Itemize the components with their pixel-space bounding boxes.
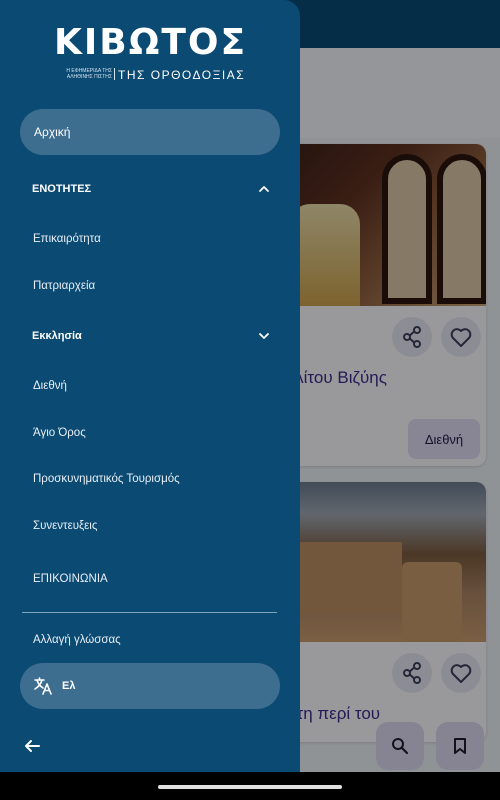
chevron-up-icon — [256, 181, 272, 197]
nav-item-proskynimatikos-tourismos[interactable]: Προσκυνηματικός Τουρισμός — [33, 473, 180, 485]
nav-item-synenteykseis[interactable]: Συνεντευξεις — [33, 520, 97, 532]
back-button[interactable] — [22, 736, 42, 756]
logo-tagline: Η ΕΦΗΜΕΡΙΔΑ ΤΗΣ ΑΛΗΘΙΝΗΣ ΠΙΣΤΗΣ — [66, 68, 112, 80]
section-label: ΕΝΟΤΗΤΕΣ — [32, 183, 92, 195]
language-value: Ελ — [62, 680, 76, 692]
arrow-back-icon — [25, 740, 40, 752]
nav-item-diethni[interactable]: Διεθνή — [33, 380, 67, 392]
nav-item-epikairotita[interactable]: Επικαιρότητα — [33, 233, 101, 245]
logo-subtitle: ΤΗΣ ΟΡΘΟΔΟΞΙΑΣ — [118, 68, 246, 82]
chevron-down-icon — [256, 328, 272, 344]
nav-item-home[interactable]: Αρχική — [20, 109, 280, 155]
section-enotites-header[interactable]: ΕΝΟΤΗΤΕΣ — [32, 177, 272, 201]
menu-divider — [22, 612, 277, 613]
logo-title: ΚΙΒΩΤΟΣ — [54, 22, 248, 63]
nav-item-home-label: Αρχική — [34, 125, 71, 139]
change-language-label: Αλλαγή γλώσσας — [33, 634, 121, 646]
section-label: Εκκλησία — [32, 330, 82, 342]
gesture-handle[interactable] — [158, 785, 342, 789]
nav-item-agio-oros[interactable]: Άγιο Όρος — [33, 427, 86, 439]
app-logo: ΚΙΒΩΤΟΣ Η ΕΦΗΜΕΡΙΔΑ ΤΗΣ ΑΛΗΘΙΝΗΣ ΠΙΣΤΗΣ … — [52, 22, 252, 84]
nav-item-contact[interactable]: ΕΠΙΚΟΙΝΩΝΙΑ — [33, 573, 108, 585]
section-ekklisia-header[interactable]: Εκκλησία — [32, 324, 272, 348]
nav-item-patriarcheia[interactable]: Πατριαρχεία — [33, 280, 95, 292]
navigation-drawer: ΚΙΒΩΤΟΣ Η ΕΦΗΜΕΡΙΔΑ ΤΗΣ ΑΛΗΘΙΝΗΣ ΠΙΣΤΗΣ … — [0, 0, 300, 772]
language-selector[interactable]: Ελ — [20, 663, 280, 709]
translate-icon — [32, 675, 54, 697]
